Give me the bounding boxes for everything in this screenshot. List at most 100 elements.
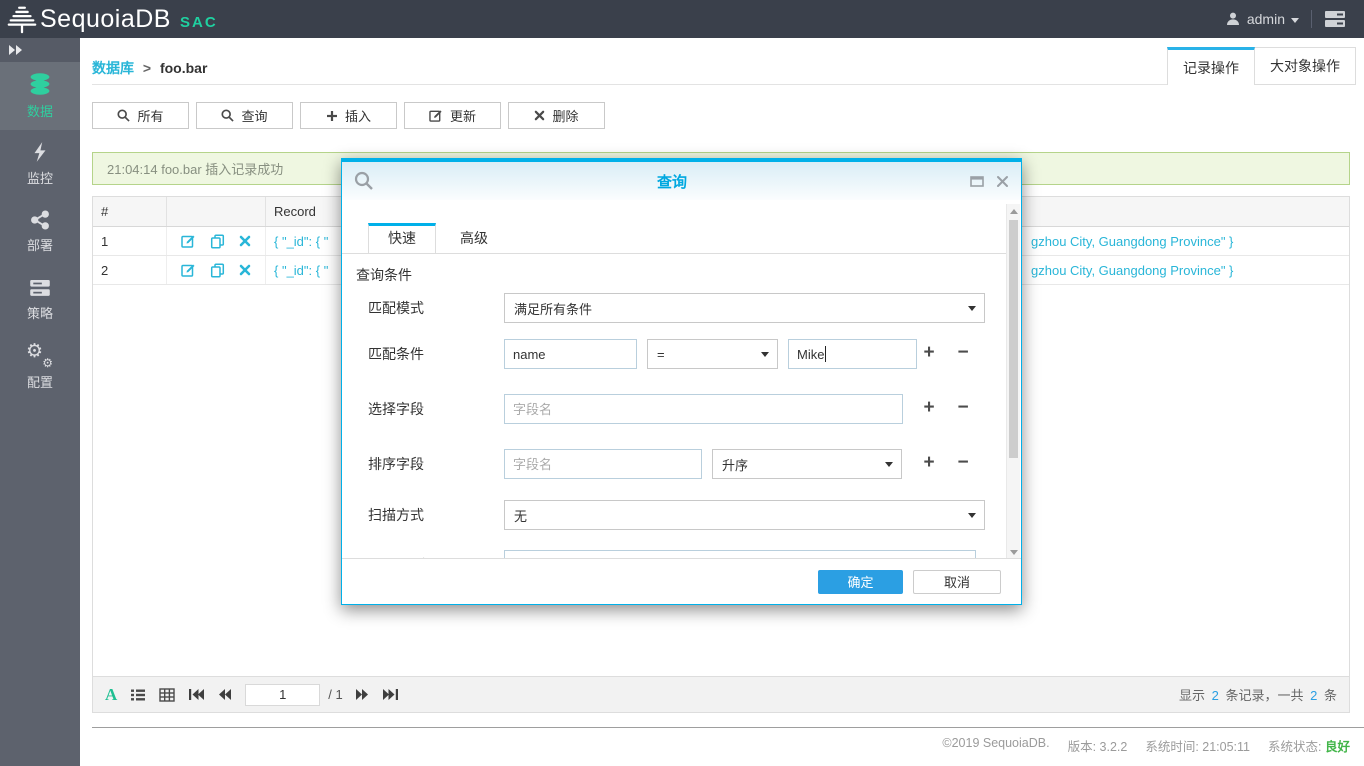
sidebar-item-strategy[interactable]: 策略 — [0, 266, 80, 334]
sidebar-item-data[interactable]: 数据 — [0, 62, 80, 130]
add-condition-button[interactable]: + — [920, 339, 938, 369]
maximize-icon[interactable] — [970, 176, 984, 187]
select-fields-row: 选择字段 + − — [342, 394, 1006, 424]
sort-field-input[interactable] — [504, 449, 702, 479]
close-icon[interactable] — [996, 175, 1009, 188]
delete-record-icon[interactable] — [239, 264, 251, 276]
remove-sort-field-button[interactable]: − — [954, 449, 972, 479]
record-json-suffix[interactable]: gzhou City, Guangdong Province" } — [1031, 227, 1233, 255]
gears-icon: ⚙ ⚙ — [28, 345, 52, 367]
ok-button[interactable]: 确定 — [818, 570, 903, 594]
row-index: 2 — [93, 256, 167, 284]
match-mode-value: 满足所有条件 — [514, 299, 592, 318]
breadcrumb-database-link[interactable]: 数据库 — [92, 60, 134, 76]
page-number-input[interactable] — [245, 684, 320, 706]
button-label: 插入 — [345, 106, 371, 125]
update-button[interactable]: 更新 — [404, 102, 501, 129]
copy-record-icon[interactable] — [210, 263, 225, 278]
condition-value-input[interactable]: Mike — [788, 339, 917, 369]
column-header-index: # — [93, 197, 167, 226]
sort-order-select[interactable]: 升序 — [712, 449, 902, 479]
sidebar-item-config[interactable]: ⚙ ⚙ 配置 — [0, 334, 80, 402]
scroll-down-icon[interactable] — [1010, 550, 1018, 555]
button-label: 删除 — [552, 106, 578, 125]
select-caret-icon — [968, 306, 976, 311]
record-json-suffix[interactable]: gzhou City, Guangdong Province" } — [1031, 256, 1233, 284]
app-badge: SAC — [180, 7, 218, 31]
query-button[interactable]: 查询 — [196, 102, 293, 129]
prev-page-button[interactable] — [218, 688, 232, 701]
text-cursor — [825, 346, 826, 362]
status-label: 系统状态: — [1268, 740, 1321, 754]
search-icon — [354, 171, 374, 191]
summary-text: 条记录，一共 — [1222, 688, 1307, 703]
copy-record-icon[interactable] — [210, 234, 225, 249]
system-status: 系统状态: 良好 — [1268, 736, 1350, 755]
remove-condition-button[interactable]: − — [954, 339, 972, 369]
insert-button[interactable]: 插入 — [300, 102, 397, 129]
column-header-actions — [167, 197, 266, 226]
tab-quick[interactable]: 快速 — [368, 223, 436, 253]
plus-icon — [326, 110, 338, 122]
sidebar-item-monitor[interactable]: 监控 — [0, 130, 80, 198]
summary-count: 2 — [1212, 688, 1219, 703]
condition-value-text: Mike — [797, 347, 824, 362]
scan-mode-row: 扫描方式 无 — [342, 500, 1006, 530]
match-mode-select[interactable]: 满足所有条件 — [504, 293, 985, 323]
return-count-row: *返回记录数 — [342, 550, 1006, 558]
edit-record-icon[interactable] — [181, 263, 196, 277]
sidebar-collapse-button[interactable] — [0, 38, 80, 62]
select-caret-icon — [968, 513, 976, 518]
match-condition-row: 匹配条件 = Mike + − — [342, 339, 1006, 369]
host-list-icon[interactable] — [1324, 10, 1346, 28]
tab-record-operations[interactable]: 记录操作 — [1167, 47, 1255, 85]
pagination-bar: A / 1 显示 2 条记录，一共 2 条 — [93, 676, 1349, 712]
scroll-up-icon[interactable] — [1010, 209, 1018, 214]
condition-field-input[interactable] — [504, 339, 637, 369]
query-mode-tabs: 快速 高级 — [368, 223, 512, 253]
dialog-scrollbar[interactable] — [1006, 204, 1020, 560]
share-icon — [30, 210, 50, 230]
all-records-button[interactable]: 所有 — [92, 102, 189, 129]
breadcrumb-current: foo.bar — [160, 60, 207, 76]
user-icon — [1225, 11, 1241, 27]
sort-fields-label: 排序字段 — [368, 454, 424, 474]
chevron-down-icon[interactable] — [1291, 18, 1299, 23]
select-caret-icon — [885, 462, 893, 467]
last-page-button[interactable] — [382, 688, 399, 701]
footer-divider — [92, 727, 1364, 728]
list-view-icon[interactable] — [130, 688, 146, 702]
add-select-field-button[interactable]: + — [920, 394, 938, 424]
app-title: SequoiaDB — [40, 5, 171, 34]
search-icon — [221, 109, 234, 122]
query-dialog-header[interactable]: 查询 — [342, 162, 1021, 200]
edit-record-icon[interactable] — [181, 234, 196, 248]
summary-total: 2 — [1310, 688, 1317, 703]
scrollbar-thumb[interactable] — [1009, 220, 1018, 458]
status-footer: ©2019 SequoiaDB. 版本: 3.2.2 系统时间: 21:05:1… — [942, 736, 1350, 755]
cancel-button[interactable]: 取消 — [913, 570, 1001, 594]
remove-select-field-button[interactable]: − — [954, 394, 972, 424]
button-label: 更新 — [450, 106, 476, 125]
grid-view-icon[interactable] — [159, 688, 175, 702]
first-page-button[interactable] — [188, 688, 205, 701]
edit-icon — [429, 109, 443, 122]
summary-text: 显示 — [1179, 688, 1209, 703]
tab-lob-operations[interactable]: 大对象操作 — [1255, 47, 1356, 85]
tab-advanced[interactable]: 高级 — [436, 223, 512, 253]
page-tabs: 记录操作 大对象操作 — [1167, 47, 1356, 85]
sort-fields-row: 排序字段 升序 + − — [342, 449, 1006, 479]
font-size-tool[interactable]: A — [105, 685, 117, 705]
next-page-button[interactable] — [355, 688, 369, 701]
select-field-input[interactable] — [504, 394, 903, 424]
condition-operator-select[interactable]: = — [647, 339, 778, 369]
sidebar-item-deploy[interactable]: 部署 — [0, 198, 80, 266]
sort-order-value: 升序 — [722, 455, 748, 474]
scan-mode-select[interactable]: 无 — [504, 500, 985, 530]
user-menu[interactable]: admin — [1247, 11, 1285, 27]
delete-record-icon[interactable] — [239, 235, 251, 247]
return-count-input[interactable] — [504, 550, 976, 558]
add-sort-field-button[interactable]: + — [920, 449, 938, 479]
record-toolbar: 所有 查询 插入 更新 删除 — [92, 102, 605, 129]
delete-button[interactable]: 删除 — [508, 102, 605, 129]
